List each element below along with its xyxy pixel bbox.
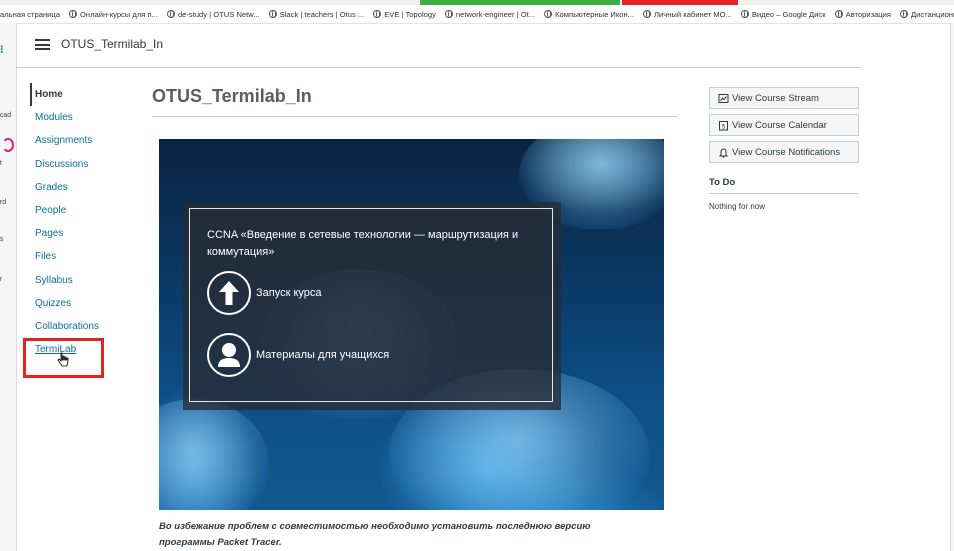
globe-icon bbox=[444, 10, 453, 18]
view-course-notifications-button[interactable]: View Course Notifications bbox=[709, 141, 859, 163]
course-nav-modules[interactable]: Modules bbox=[30, 106, 140, 129]
course-hero-image: CCNA «Введение в сетевые технологии — ма… bbox=[159, 139, 664, 510]
course-nav-discussions[interactable]: Discussions bbox=[30, 153, 140, 176]
course-nav-assignments[interactable]: Assignments bbox=[30, 129, 140, 152]
jellyfish-shape bbox=[159, 399, 269, 510]
global-nav-item[interactable]: es bbox=[0, 236, 3, 243]
view-course-stream-button[interactable]: View Course Stream bbox=[709, 87, 859, 109]
course-header: OTUS_Termilab_In bbox=[16, 23, 861, 68]
bookmark-label: de-study | OTUS Netw... bbox=[177, 9, 260, 19]
stream-icon bbox=[718, 93, 729, 103]
bookmark-item[interactable]: альная страница bbox=[0, 10, 60, 19]
globe-icon bbox=[899, 10, 908, 18]
global-nav-item[interactable]: nt bbox=[0, 160, 2, 167]
bookmark-item[interactable]: de-study | OTUS Netw... bbox=[166, 9, 260, 19]
bookmark-label: Онлайн-курсы для п... bbox=[79, 9, 158, 19]
bookmark-item[interactable]: Дистанционно bbox=[899, 9, 954, 19]
bookmark-label: Дистанционно bbox=[910, 9, 954, 19]
course-nav-collaborations[interactable]: Collaborations bbox=[30, 315, 140, 338]
view-course-calendar-button[interactable]: 5 View Course Calendar bbox=[709, 114, 859, 136]
bookmark-label: network-engineer | Ot... bbox=[455, 9, 536, 19]
global-nav-item[interactable]: acad bbox=[0, 112, 11, 119]
avatar-icon[interactable] bbox=[2, 138, 14, 152]
bookmark-item[interactable]: Компьютерные Икон... bbox=[544, 10, 634, 19]
scrollbar[interactable] bbox=[950, 23, 954, 551]
launch-course-link[interactable]: Запуск курса bbox=[256, 287, 322, 299]
course-nav-grades[interactable]: Grades bbox=[30, 176, 140, 199]
course-nav-files[interactable]: Files bbox=[30, 245, 140, 268]
bookmark-label: Личный кабинет МО... bbox=[654, 9, 732, 19]
bookmark-item[interactable]: Личный кабинет МО... bbox=[643, 10, 732, 19]
bookmark-item[interactable]: Видео – Google Диск bbox=[740, 9, 826, 19]
course-nav-home[interactable]: Home bbox=[30, 83, 140, 107]
globe-icon bbox=[834, 10, 843, 18]
student-materials-link[interactable]: Материалы для учащихся bbox=[256, 349, 389, 361]
button-label: View Course Stream bbox=[732, 92, 819, 104]
global-nav-item[interactable]: ard bbox=[0, 199, 6, 206]
course-nav-quizzes[interactable]: Quizzes bbox=[30, 292, 140, 315]
calendar-icon: 5 bbox=[719, 120, 728, 130]
bookmark-item[interactable]: Онлайн-курсы для п... bbox=[68, 9, 158, 19]
globe-icon bbox=[544, 10, 553, 18]
user-icon[interactable] bbox=[207, 333, 251, 377]
course-nav-pages[interactable]: Pages bbox=[30, 222, 140, 245]
bookmark-label: Компьютерные Икон... bbox=[555, 9, 635, 19]
bookmark-item[interactable]: EVE | Topology bbox=[373, 10, 436, 19]
globe-icon bbox=[166, 10, 175, 18]
bookmark-label: Авторизация bbox=[845, 9, 891, 19]
page-title: OTUS_Termilab_In bbox=[152, 86, 312, 106]
global-nav-item[interactable]: ar bbox=[0, 276, 2, 283]
course-heading: CCNA «Введение в сетевые технологии — ма… bbox=[207, 229, 519, 258]
course-nav-people[interactable]: People bbox=[30, 199, 140, 222]
todo-empty-text: Nothing for now bbox=[709, 202, 766, 211]
bookmark-label: Видео – Google Диск bbox=[751, 9, 826, 19]
globe-icon bbox=[268, 10, 277, 18]
bookmark-label: альная страница bbox=[0, 9, 60, 19]
hand-cursor-icon bbox=[57, 352, 69, 367]
arrow-up-icon[interactable] bbox=[207, 271, 251, 315]
breadcrumb[interactable]: OTUS_Termilab_In bbox=[61, 37, 163, 51]
globe-icon bbox=[68, 10, 77, 18]
bookmark-item[interactable]: Slack | teachers | Otus ... bbox=[268, 9, 365, 19]
globe-icon bbox=[643, 10, 652, 18]
course-launch-panel-border: CCNA «Введение в сетевые технологии — ма… bbox=[189, 208, 553, 402]
packet-tracer-notice: Во избежание проблем с совместимостью не… bbox=[159, 521, 591, 548]
bell-icon bbox=[718, 147, 729, 158]
course-launch-panel: CCNA «Введение в сетевые технологии — ма… bbox=[183, 202, 561, 410]
button-label: View Course Calendar bbox=[732, 119, 827, 131]
canvas-logo-icon[interactable]: ⁝ bbox=[0, 43, 8, 57]
button-label: View Course Notifications bbox=[732, 146, 841, 158]
todo-heading: To Do bbox=[709, 177, 736, 188]
bookmark-label: EVE | Topology bbox=[384, 9, 436, 19]
bookmark-item[interactable]: Авторизация bbox=[834, 9, 891, 19]
bookmarks-bar: альная страница Онлайн-курсы для п... de… bbox=[0, 5, 954, 24]
course-nav: Home Modules Assignments Discussions Gra… bbox=[30, 83, 140, 361]
bookmark-label: Slack | teachers | Otus ... bbox=[279, 9, 365, 19]
global-nav: ⁝ acad nt ard es ar bbox=[0, 23, 17, 551]
todo-divider bbox=[709, 193, 859, 194]
hamburger-menu-icon[interactable] bbox=[35, 39, 50, 50]
title-divider bbox=[152, 116, 678, 117]
globe-icon bbox=[740, 10, 749, 18]
globe-icon bbox=[373, 10, 382, 18]
bookmark-item[interactable]: network-engineer | Ot... bbox=[444, 9, 536, 19]
course-nav-syllabus[interactable]: Syllabus bbox=[30, 269, 140, 292]
